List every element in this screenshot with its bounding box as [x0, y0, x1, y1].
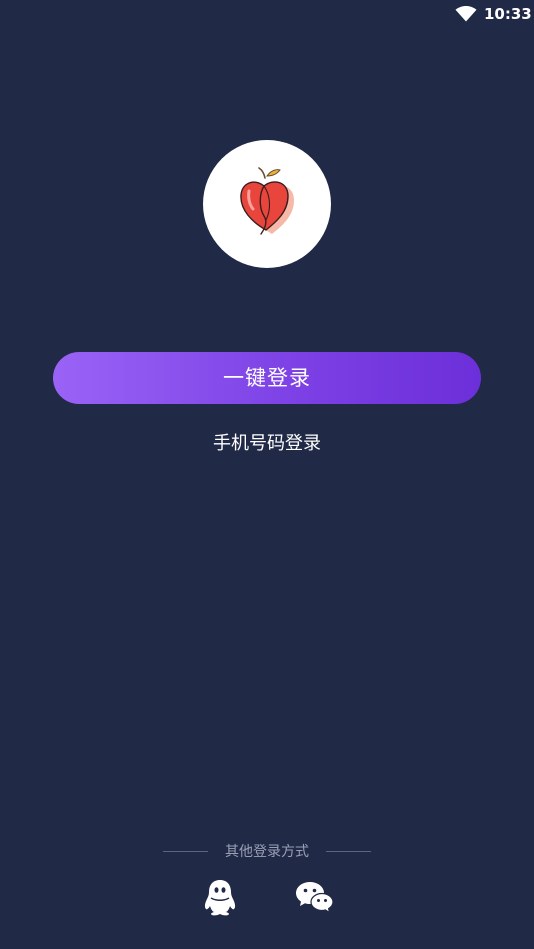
status-time: 10:33	[484, 5, 532, 23]
phone-number-login-link[interactable]: 手机号码登录	[0, 431, 534, 457]
other-login-methods-header: 其他登录方式	[0, 842, 534, 862]
divider-right	[326, 851, 371, 852]
status-bar: 10:33	[0, 0, 534, 30]
wifi-icon	[455, 6, 477, 22]
wechat-icon[interactable]	[295, 880, 335, 914]
qq-icon[interactable]	[202, 878, 238, 916]
peach-icon	[240, 167, 294, 235]
other-login-methods-label: 其他登录方式	[225, 844, 309, 860]
app-logo	[203, 140, 331, 268]
one-click-login-button[interactable]: 一键登录	[53, 352, 481, 404]
